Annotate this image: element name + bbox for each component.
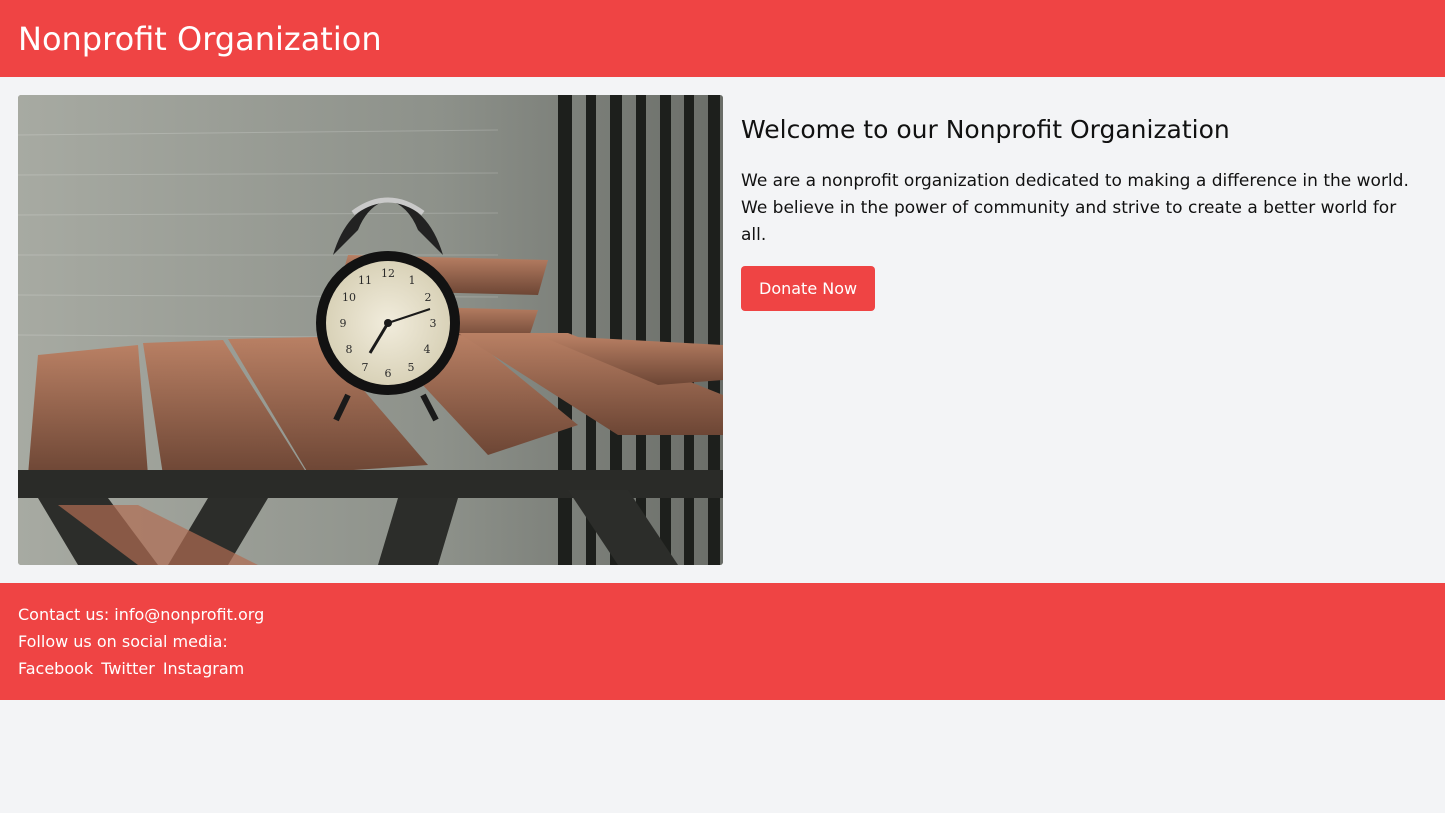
social-link-instagram[interactable]: Instagram <box>163 655 244 682</box>
svg-text:6: 6 <box>385 367 392 380</box>
svg-text:2: 2 <box>425 291 432 304</box>
social-heading: Follow us on social media: <box>18 632 228 651</box>
contact-info: Contact us: info@nonprofit.org <box>18 605 265 624</box>
hero-image: 12 1 2 3 4 5 6 7 8 9 10 11 <box>18 95 723 565</box>
social-link-facebook[interactable]: Facebook <box>18 655 93 682</box>
svg-text:7: 7 <box>362 361 369 374</box>
svg-text:5: 5 <box>408 361 415 374</box>
svg-text:1: 1 <box>409 274 416 287</box>
site-footer: Contact us: info@nonprofit.org Follow us… <box>0 583 1445 700</box>
site-title: Nonprofit Organization <box>18 19 382 58</box>
svg-text:10: 10 <box>342 291 356 304</box>
svg-text:3: 3 <box>430 317 437 330</box>
alarm-clock-photo: 12 1 2 3 4 5 6 7 8 9 10 11 <box>18 95 723 565</box>
intro-heading: Welcome to our Nonprofit Organization <box>741 115 1230 144</box>
intro-section: Welcome to our Nonprofit Organization We… <box>741 95 1427 565</box>
donate-button[interactable]: Donate Now <box>741 266 876 311</box>
svg-text:9: 9 <box>340 317 347 330</box>
main-content: 12 1 2 3 4 5 6 7 8 9 10 11 Welcome to ou… <box>0 77 1445 583</box>
svg-text:11: 11 <box>358 274 372 287</box>
social-link-twitter[interactable]: Twitter <box>101 655 155 682</box>
svg-text:12: 12 <box>381 267 395 280</box>
site-header: Nonprofit Organization <box>0 0 1445 77</box>
svg-text:4: 4 <box>424 343 431 356</box>
intro-paragraph: We are a nonprofit organization dedicate… <box>741 171 1409 245</box>
svg-text:8: 8 <box>346 343 353 356</box>
social-links: Facebook Twitter Instagram <box>18 655 1427 682</box>
